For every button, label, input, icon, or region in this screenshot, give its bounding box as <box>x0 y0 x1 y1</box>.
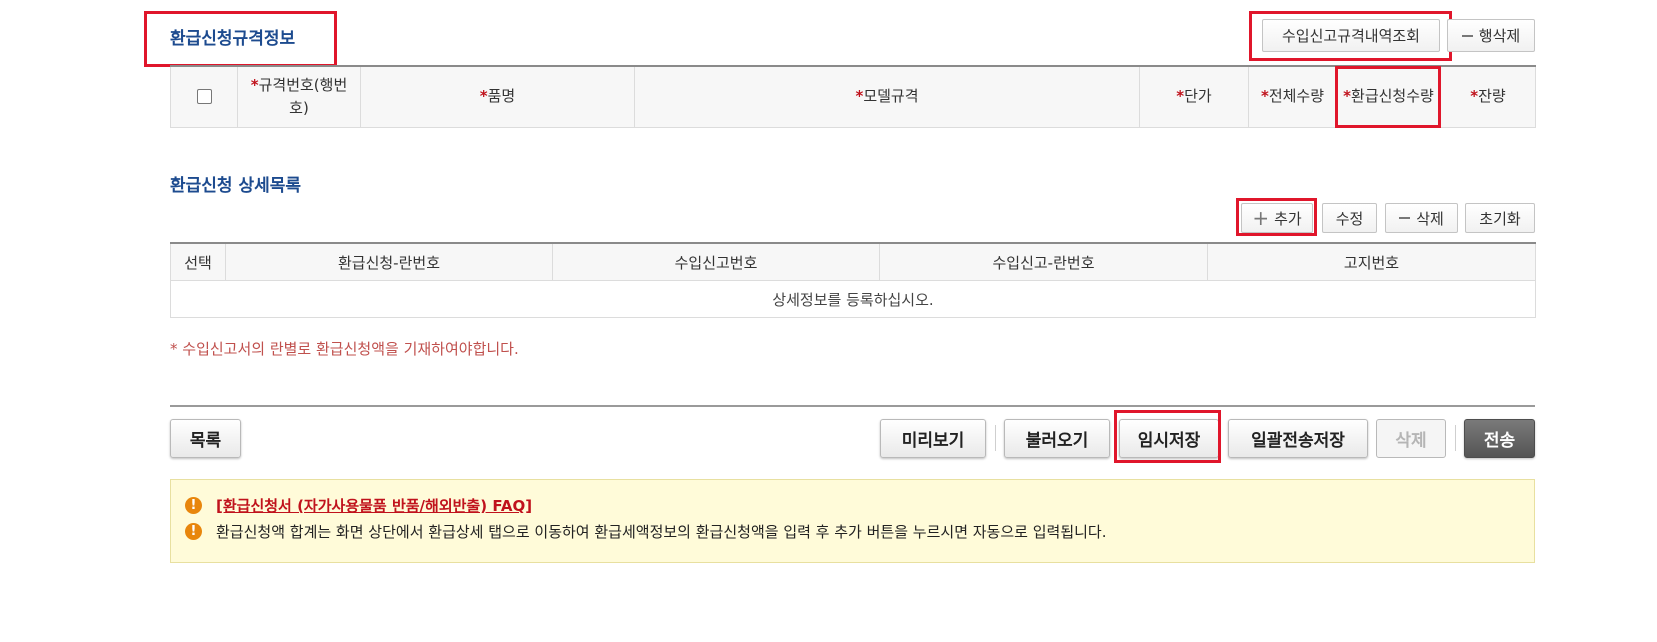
detail-section-title: 환급신청 상세목록 <box>170 176 302 196</box>
edit-button[interactable]: 수정 <box>1322 203 1377 233</box>
info-message-row: ! 환급신청액 합계는 화면 상단에서 환급상세 탭으로 이동하여 환급세액정보… <box>185 521 1107 542</box>
col-notice-no: 고지번호 <box>1207 242 1536 281</box>
col-refund-qty: *환급신청수량 <box>1336 65 1441 128</box>
refund-note: * 수입신고서의 란별로 환급신청액을 기재하여야합니다. <box>170 340 519 358</box>
delete-detail-label: 삭제 <box>1416 209 1444 228</box>
col-item-name: *품명 <box>360 65 635 128</box>
add-label: 추가 <box>1274 209 1302 228</box>
preview-button[interactable]: 미리보기 <box>880 419 986 458</box>
col-spec-no: *규격번호(행번호) <box>237 65 361 128</box>
send-button[interactable]: 전송 <box>1464 419 1535 458</box>
col-unit-price: *단가 <box>1139 65 1249 128</box>
spec-table: *규격번호(행번호) *품명 *모델규격 *단가 *전체수량 *환급신청수량 *… <box>170 65 1536 128</box>
import-spec-lookup-button[interactable]: 수입신고규격내역조회 <box>1262 19 1440 52</box>
select-all-checkbox[interactable] <box>196 89 212 105</box>
plus-icon: + <box>1252 206 1270 230</box>
col-model-spec: *모델규격 <box>634 65 1140 128</box>
delete-detail-button[interactable]: 삭제 <box>1385 203 1458 233</box>
col-import-decl-line-no: 수입신고-란번호 <box>879 242 1208 281</box>
faq-row: ! [환급신청서 (자가사용물품 반품/해외반출) FAQ] <box>185 495 532 516</box>
batch-save-button[interactable]: 일괄전송저장 <box>1228 419 1368 458</box>
col-remaining-qty: *잔량 <box>1440 65 1536 128</box>
col-total-qty: *전체수량 <box>1248 65 1337 128</box>
minus-icon <box>1399 217 1411 219</box>
minus-icon <box>1461 34 1473 37</box>
separator <box>1455 425 1456 451</box>
select-all-cell <box>170 65 238 128</box>
list-button[interactable]: 목록 <box>170 419 241 458</box>
info-box: ! [환급신청서 (자가사용물품 반품/해외반출) FAQ] ! 환급신청액 합… <box>170 479 1535 563</box>
faq-link[interactable]: [환급신청서 (자가사용물품 반품/해외반출) FAQ] <box>216 495 532 516</box>
empty-message: 상세정보를 등록하십시오. <box>170 280 1536 318</box>
separator <box>995 425 996 451</box>
info-message: 환급신청액 합계는 화면 상단에서 환급상세 탭으로 이동하여 환급세액정보의 … <box>216 523 1107 541</box>
temp-save-button[interactable]: 임시저장 <box>1119 419 1219 458</box>
delete-row-button[interactable]: 행삭제 <box>1447 19 1535 52</box>
add-button[interactable]: + 추가 <box>1241 203 1313 233</box>
col-import-decl-no: 수입신고번호 <box>552 242 880 281</box>
load-button[interactable]: 불러오기 <box>1004 419 1110 458</box>
reset-button[interactable]: 초기화 <box>1465 203 1535 233</box>
divider <box>170 405 1535 407</box>
delete-row-label: 행삭제 <box>1478 27 1521 45</box>
col-select: 선택 <box>170 242 226 281</box>
warning-icon: ! <box>185 523 202 540</box>
col-refund-line-no: 환급신청-란번호 <box>225 242 553 281</box>
spec-section-title: 환급신청규격정보 <box>170 29 296 49</box>
delete-button[interactable]: 삭제 <box>1376 419 1446 458</box>
warning-icon: ! <box>185 497 202 514</box>
detail-table: 선택 환급신청-란번호 수입신고번호 수입신고-란번호 고지번호 상세정보를 등… <box>170 242 1536 318</box>
